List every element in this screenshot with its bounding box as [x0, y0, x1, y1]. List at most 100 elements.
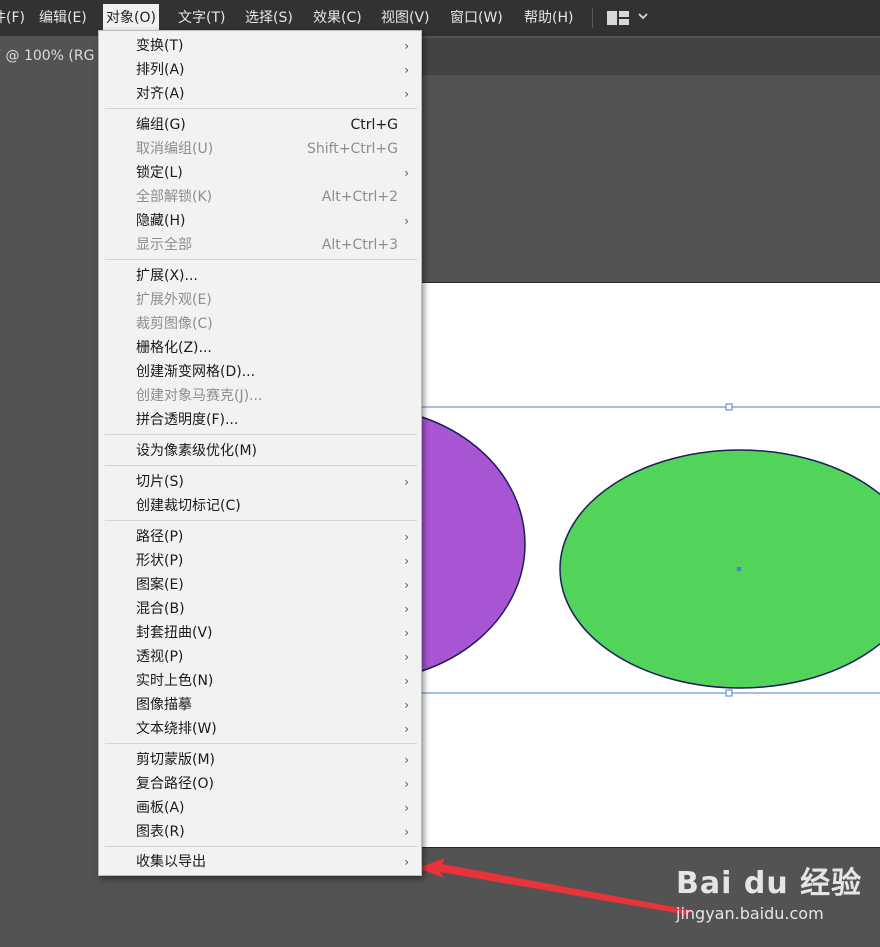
- menu-item-shortcut: Alt+Ctrl+2: [321, 189, 398, 205]
- menu-item-label: 全部解锁(K): [136, 189, 213, 205]
- menu-item-expand-appearance: 扩展外观(E): [99, 288, 421, 312]
- menu-item-shape[interactable]: 形状(P) ›: [99, 549, 421, 573]
- chevron-right-icon: ›: [404, 777, 409, 791]
- menu-item-label: 扩展(X)...: [136, 268, 198, 284]
- center-point: [737, 567, 741, 571]
- menu-item-collect-for-export[interactable]: 收集以导出 ›: [99, 850, 421, 874]
- menu-item-slice[interactable]: 切片(S) ›: [99, 470, 421, 494]
- menu-item-shortcut: Alt+Ctrl+3: [321, 237, 398, 253]
- menu-item-label: 设为像素级优化(M): [136, 443, 258, 459]
- chevron-right-icon: ›: [404, 87, 409, 101]
- menu-item-label: 隐藏(H): [136, 213, 186, 229]
- menu-item-gradient-mesh[interactable]: 创建渐变网格(D)...: [99, 360, 421, 384]
- menu-item-label: 图表(R): [136, 824, 185, 840]
- menu-divider: [105, 434, 417, 435]
- menu-item-label: 切片(S): [136, 474, 184, 490]
- chevron-right-icon: ›: [404, 530, 409, 544]
- menu-divider: [105, 259, 417, 260]
- menu-divider: [105, 108, 417, 109]
- annotation-arrow: [418, 858, 690, 915]
- selection-handle-bottom[interactable]: [725, 689, 733, 697]
- chevron-right-icon: ›: [404, 855, 409, 869]
- menu-item-live-paint[interactable]: 实时上色(N) ›: [99, 669, 421, 693]
- menu-item-label: 创建裁切标记(C): [136, 498, 241, 514]
- baidu-jingyan-logo: Bai du 经验: [676, 866, 863, 901]
- menu-item-label: 拼合透明度(F)...: [136, 412, 239, 428]
- chevron-right-icon: ›: [404, 626, 409, 640]
- chevron-right-icon: ›: [404, 578, 409, 592]
- menu-item-label: 图像描摹: [136, 697, 192, 713]
- chevron-right-icon: ›: [404, 825, 409, 839]
- chevron-right-icon: ›: [404, 698, 409, 712]
- menu-item-envelope-distort[interactable]: 封套扭曲(V) ›: [99, 621, 421, 645]
- chevron-right-icon: ›: [404, 63, 409, 77]
- menu-item-label: 剪切蒙版(M): [136, 752, 216, 768]
- menu-divider: [105, 743, 417, 744]
- menu-item-crop-marks[interactable]: 创建裁切标记(C): [99, 494, 421, 518]
- menu-item-transform[interactable]: 变换(T) ›: [99, 34, 421, 58]
- menu-item-label: 对齐(A): [136, 86, 185, 102]
- menu-item-label: 形状(P): [136, 553, 184, 569]
- menu-item-label: 实时上色(N): [136, 673, 214, 689]
- chevron-right-icon: ›: [404, 722, 409, 736]
- menu-item-align[interactable]: 对齐(A) ›: [99, 82, 421, 106]
- menu-item-ungroup: 取消编组(U) Shift+Ctrl+G: [99, 137, 421, 161]
- menu-item-label: 编组(G): [136, 117, 186, 133]
- menu-item-label: 文本绕排(W): [136, 721, 217, 737]
- selection-handle-top[interactable]: [725, 403, 733, 411]
- menu-item-label: 封套扭曲(V): [136, 625, 213, 641]
- green-ellipse[interactable]: [559, 449, 880, 689]
- menu-item-compound-path[interactable]: 复合路径(O) ›: [99, 772, 421, 796]
- menu-item-group[interactable]: 编组(G) Ctrl+G: [99, 113, 421, 137]
- menu-item-shortcut: Ctrl+G: [350, 117, 399, 133]
- menu-item-artboards[interactable]: 画板(A) ›: [99, 796, 421, 820]
- menu-divider: [105, 465, 417, 466]
- menu-item-hide[interactable]: 隐藏(H) ›: [99, 209, 421, 233]
- chevron-right-icon: ›: [404, 753, 409, 767]
- menu-item-label: 裁剪图像(C): [136, 316, 213, 332]
- menu-item-crop-image: 裁剪图像(C): [99, 312, 421, 336]
- menu-item-clipping-mask[interactable]: 剪切蒙版(M) ›: [99, 748, 421, 772]
- menu-divider: [105, 846, 417, 847]
- menu-item-label: 扩展外观(E): [136, 292, 212, 308]
- menu-item-label: 创建渐变网格(D)...: [136, 364, 256, 380]
- menu-item-label: 创建对象马赛克(J)...: [136, 388, 263, 404]
- chevron-right-icon: ›: [404, 214, 409, 228]
- menu-item-perspective[interactable]: 透视(P) ›: [99, 645, 421, 669]
- menu-item-shortcut: Shift+Ctrl+G: [306, 141, 398, 157]
- menu-item-label: 排列(A): [136, 62, 185, 78]
- menu-item-text-wrap[interactable]: 文本绕排(W) ›: [99, 717, 421, 741]
- menu-item-label: 图案(E): [136, 577, 184, 593]
- chevron-right-icon: ›: [404, 602, 409, 616]
- menu-item-pixel-optimize[interactable]: 设为像素级优化(M): [99, 439, 421, 463]
- menu-item-label: 混合(B): [136, 601, 185, 617]
- menu-item-label: 路径(P): [136, 529, 184, 545]
- menu-item-label: 显示全部: [136, 237, 192, 253]
- menu-item-lock[interactable]: 锁定(L) ›: [99, 161, 421, 185]
- object-menu-dropdown: 变换(T) › 排列(A) › 对齐(A) › 编组(G) Ctrl+G 取消编组(U)…: [98, 30, 422, 876]
- menu-item-label: 栅格化(Z)...: [136, 340, 212, 356]
- menu-item-pattern[interactable]: 图案(E) ›: [99, 573, 421, 597]
- menu-item-path[interactable]: 路径(P) ›: [99, 525, 421, 549]
- chevron-right-icon: ›: [404, 554, 409, 568]
- menu-item-graph[interactable]: 图表(R) ›: [99, 820, 421, 844]
- chevron-right-icon: ›: [404, 674, 409, 688]
- menu-item-blend[interactable]: 混合(B) ›: [99, 597, 421, 621]
- chevron-right-icon: ›: [404, 475, 409, 489]
- menu-item-unlock-all: 全部解锁(K) Alt+Ctrl+2: [99, 185, 421, 209]
- menu-item-rasterize[interactable]: 栅格化(Z)...: [99, 336, 421, 360]
- menu-item-show-all: 显示全部 Alt+Ctrl+3: [99, 233, 421, 257]
- chevron-right-icon: ›: [404, 166, 409, 180]
- menu-item-label: 复合路径(O): [136, 776, 214, 792]
- menu-item-label: 锁定(L): [136, 165, 183, 181]
- menu-item-flatten-transparency[interactable]: 拼合透明度(F)...: [99, 408, 421, 432]
- menu-item-label: 取消编组(U): [136, 141, 214, 157]
- menu-item-label: 透视(P): [136, 649, 184, 665]
- chevron-right-icon: ›: [404, 801, 409, 815]
- menu-item-expand[interactable]: 扩展(X)...: [99, 264, 421, 288]
- menu-item-arrange[interactable]: 排列(A) ›: [99, 58, 421, 82]
- menu-item-label: 画板(A): [136, 800, 185, 816]
- chevron-right-icon: ›: [404, 39, 409, 53]
- menu-item-image-trace[interactable]: 图像描摹 ›: [99, 693, 421, 717]
- menu-item-label: 变换(T): [136, 38, 184, 54]
